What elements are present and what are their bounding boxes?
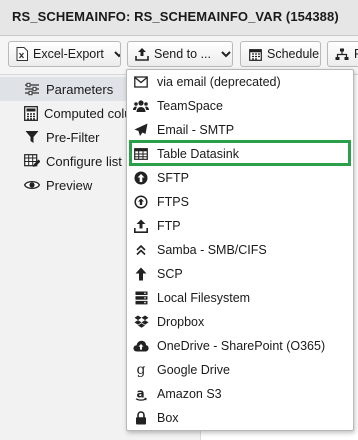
menu-item-dropbox[interactable]: Dropbox: [127, 310, 353, 334]
menu-item-teamspace[interactable]: TeamSpace: [127, 94, 353, 118]
calendar-icon: [248, 47, 262, 61]
arrow-up-icon: [133, 266, 149, 282]
menu-item-label: Box: [157, 411, 179, 425]
send-to-button[interactable]: Send to ...: [127, 41, 233, 67]
svg-text:a: a: [136, 387, 144, 401]
lock-icon: [133, 410, 149, 426]
menu-item-local-filesystem[interactable]: Local Filesystem: [127, 286, 353, 310]
eye-icon: [24, 177, 40, 193]
nav-item-label: Preview: [46, 177, 93, 193]
menu-item-label: SCP: [157, 267, 183, 281]
menu-item-scp[interactable]: SCP: [127, 262, 353, 286]
nav-item-computed-columns[interactable]: Computed columns: [0, 101, 140, 125]
table-icon: [133, 146, 149, 162]
excel-export-label: Excel-Export: [33, 47, 104, 61]
menu-item-label: OneDrive - SharePoint (O365): [157, 339, 326, 353]
excel-file-icon: [16, 47, 28, 61]
menu-item-label: FTP: [157, 219, 181, 233]
menu-item-label: via email (deprecated): [157, 75, 281, 89]
menu-item-label: Google Drive: [157, 363, 230, 377]
envelope-outline-icon: [133, 74, 149, 90]
filter-icon: [24, 129, 40, 145]
double-chevron-up-icon: [133, 242, 149, 258]
menu-item-label: Email - SMTP: [157, 123, 235, 137]
menu-item-label: Amazon S3: [157, 387, 222, 401]
schedule-label: Schedule: [267, 47, 320, 61]
window-title: RS_SCHEMAINFO: RS_SCHEMAINFO_VAR (154388…: [12, 9, 339, 24]
amazon-icon: a: [133, 386, 149, 402]
menu-item-label: FTPS: [157, 195, 189, 209]
menu-item-ftps[interactable]: FTPS: [127, 190, 353, 214]
left-nav-pane: Parameters Computed columns Pre-Filter C…: [0, 75, 140, 440]
menu-item-box[interactable]: Box: [127, 406, 353, 430]
nav-item-pre-filter[interactable]: Pre-Filter: [0, 125, 140, 149]
overflow-label: P: [354, 47, 358, 61]
menu-item-samba[interactable]: Samba - SMB/CIFS: [127, 238, 353, 262]
nav-item-parameters[interactable]: Parameters: [0, 77, 140, 101]
chevron-down-icon[interactable]: [113, 48, 120, 60]
paper-plane-icon: [133, 122, 149, 138]
menu-item-label: SFTP: [157, 171, 189, 185]
svg-text:g: g: [137, 363, 146, 378]
calculator-icon: [24, 105, 38, 121]
nav-item-label: Configure list: [46, 153, 122, 169]
menu-item-google-drive[interactable]: g Google Drive: [127, 358, 353, 382]
nav-item-preview[interactable]: Preview: [0, 173, 140, 197]
nav-item-configure-list[interactable]: Configure list: [0, 149, 140, 173]
chevron-down-icon[interactable]: [220, 48, 232, 60]
sitemap-icon: [335, 47, 349, 61]
menu-item-table-datasink[interactable]: Table Datasink: [127, 142, 353, 166]
menu-item-via-email[interactable]: via email (deprecated): [127, 70, 353, 94]
table-edit-icon: [24, 153, 40, 169]
server-icon: [133, 290, 149, 306]
upload-icon: [133, 218, 149, 234]
menu-item-amazon-s3[interactable]: a Amazon S3: [127, 382, 353, 406]
menu-item-label: Dropbox: [157, 315, 205, 329]
menu-item-label: Samba - SMB/CIFS: [157, 243, 267, 257]
menu-item-ftp[interactable]: FTP: [127, 214, 353, 238]
arrow-circle-up-icon: [133, 170, 149, 186]
excel-export-button[interactable]: Excel-Export: [8, 41, 121, 67]
send-to-menu: via email (deprecated) TeamSpace Email -…: [126, 69, 354, 431]
schedule-button[interactable]: Schedule: [240, 41, 321, 67]
send-to-label: Send to ...: [154, 47, 211, 61]
menu-item-email-smtp[interactable]: Email - SMTP: [127, 118, 353, 142]
menu-item-label: Table Datasink: [157, 147, 239, 161]
overflow-toolbar-button[interactable]: P: [327, 41, 358, 67]
menu-item-label: Local Filesystem: [157, 291, 251, 305]
users-icon: [133, 98, 149, 114]
menu-item-label: TeamSpace: [157, 99, 224, 113]
share-upload-icon: [135, 47, 149, 61]
menu-item-onedrive[interactable]: OneDrive - SharePoint (O365): [127, 334, 353, 358]
google-icon: g: [133, 362, 149, 378]
nav-item-label: Pre-Filter: [46, 129, 100, 145]
cloud-upload-icon: [133, 338, 149, 354]
sliders-icon: [24, 81, 40, 97]
window-titlebar: RS_SCHEMAINFO: RS_SCHEMAINFO_VAR (154388…: [0, 0, 358, 36]
menu-item-sftp[interactable]: SFTP: [127, 166, 353, 190]
nav-item-label: Parameters: [46, 81, 114, 97]
arrow-circle-up-outline-icon: [133, 194, 149, 210]
dropbox-icon: [133, 314, 149, 330]
